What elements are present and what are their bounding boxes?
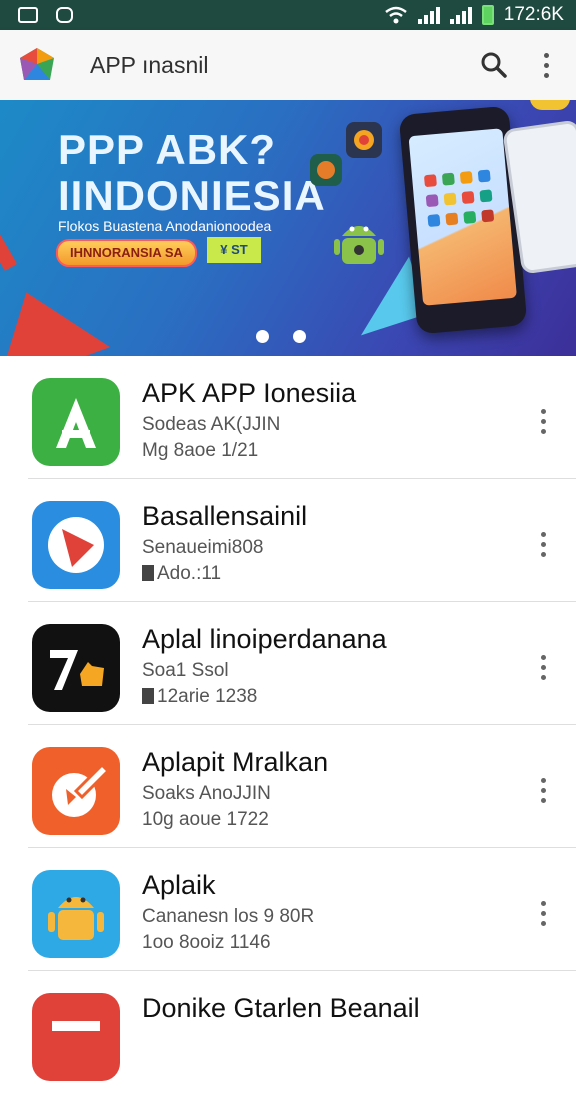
- seven-hand-icon[interactable]: [32, 624, 120, 712]
- app-subtitle: Cananesn los 9 80R: [142, 906, 315, 927]
- list-item[interactable]: Aplaik Cananesn los 9 80R 1oo 8ooiz 1146: [28, 848, 576, 971]
- more-vert-icon[interactable]: [541, 655, 546, 680]
- app-meta-text: 12arie 1238: [157, 686, 258, 707]
- chrome-like-icon: [346, 122, 382, 158]
- banner-subtitle: Flokos Buastena Anodanionoodea: [58, 218, 272, 234]
- list-item[interactable]: Aplal linoiperdanana Soa1 Ssol 12arie 12…: [28, 602, 576, 725]
- red-play-icon[interactable]: [32, 501, 120, 589]
- app-meta: 12arie 1238: [142, 686, 257, 708]
- app-subtitle: Soaks AnoJJIN: [142, 783, 271, 804]
- app-logo-icon: [20, 48, 54, 80]
- gallery-icon: [18, 7, 38, 23]
- list-item[interactable]: APK APP Ionesiia Sodeas AK(JJIN Mg 8aoe …: [28, 356, 576, 479]
- more-vert-icon[interactable]: [540, 52, 552, 78]
- app-subtitle: Soa1 Ssol: [142, 660, 229, 681]
- list-item[interactable]: Aplapit Mralkan Soaks AnoJJIN 10g aoue 1…: [28, 725, 576, 848]
- green-a-icon[interactable]: [32, 378, 120, 466]
- notification-icon: [56, 7, 73, 23]
- carousel-indicator[interactable]: [256, 330, 306, 343]
- wifi-icon: [384, 6, 407, 24]
- app-title: Basallensainil: [142, 501, 308, 531]
- battery-icon: [481, 5, 494, 25]
- android-icon[interactable]: [32, 870, 120, 958]
- red-app-icon[interactable]: [32, 993, 120, 1081]
- app-meta: 10g aoue 1722: [142, 809, 269, 830]
- app-list: APK APP Ionesiia Sodeas AK(JJIN Mg 8aoe …: [0, 356, 576, 1093]
- list-item[interactable]: Basallensainil Senaueimi808 Ado.:11: [28, 479, 576, 602]
- banner-title-line2: IINDONIESIA: [58, 172, 326, 219]
- app-title: Aplapit Mralkan: [142, 747, 329, 777]
- app-subtitle: Sodeas AK(JJIN: [142, 414, 281, 435]
- more-vert-icon[interactable]: [541, 409, 546, 434]
- folder-icon: [142, 565, 154, 581]
- signal-icon: [449, 6, 472, 24]
- app-title: APP ınasnil: [90, 51, 209, 78]
- android-mascot-icon: [334, 226, 384, 264]
- app-title: Aplal linoiperdanana: [142, 624, 387, 654]
- app-title: APK APP Ionesiia: [142, 378, 357, 408]
- banner-title-line1: PPP ABK?: [58, 126, 277, 173]
- signal-icon: [417, 6, 440, 24]
- status-time: 172:6K: [503, 4, 564, 25]
- file-icon: [142, 688, 154, 704]
- carousel-dot[interactable]: [256, 330, 269, 343]
- list-item[interactable]: Donike Gtarlen Beanail: [28, 971, 576, 1093]
- promo-banner[interactable]: PPP ABK? IINDONIESIA Flokos Buastena Ano…: [0, 100, 576, 356]
- banner-pill[interactable]: IHNNORANSIA SA: [56, 239, 197, 267]
- search-icon[interactable]: [480, 51, 508, 79]
- banner-decoration: [0, 229, 18, 271]
- app-chip-icon: [310, 154, 342, 186]
- carousel-dot[interactable]: [293, 330, 306, 343]
- status-bar: 172:6K: [0, 0, 576, 30]
- app-meta: Ado.:11: [142, 563, 221, 585]
- app-title: Aplaik: [142, 870, 216, 900]
- banner-badge: ¥ ST: [207, 237, 261, 263]
- app-bar: APP ınasnil: [0, 30, 576, 100]
- app-meta: Mg 8aoe 1/21: [142, 440, 259, 461]
- more-vert-icon[interactable]: [541, 778, 546, 803]
- banner-decoration: [0, 271, 111, 356]
- app-title: Donike Gtarlen Beanail: [142, 993, 420, 1023]
- more-vert-icon[interactable]: [541, 901, 546, 926]
- app-subtitle: Senaueimi808: [142, 537, 264, 558]
- app-meta: 1oo 8ooiz 1146: [142, 932, 271, 953]
- app-meta-text: Ado.:11: [157, 563, 222, 584]
- orange-edit-icon[interactable]: [32, 747, 120, 835]
- more-vert-icon[interactable]: [541, 532, 546, 557]
- banner-decoration: [530, 100, 570, 110]
